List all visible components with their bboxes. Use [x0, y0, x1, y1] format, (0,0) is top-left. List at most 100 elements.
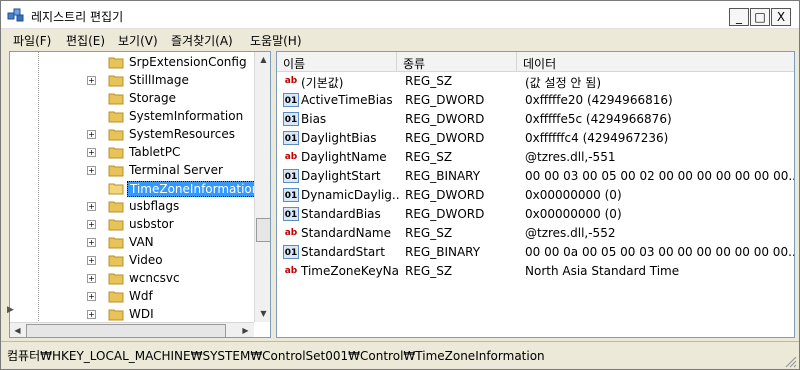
expand-toggle[interactable]: +	[87, 238, 96, 247]
expand-toggle[interactable]: +	[87, 76, 96, 85]
tree-item-tabletpc[interactable]: + TabletPC	[10, 144, 250, 162]
tree-horizontal-scroll-thumb[interactable]	[26, 324, 226, 337]
tree-item-stillimage[interactable]: + StillImage	[10, 72, 250, 90]
pane-splitter-arrow-icon[interactable]: ▶	[7, 305, 15, 315]
value-type: REG_SZ	[405, 264, 453, 278]
maximize-button[interactable]: □	[750, 8, 770, 26]
menu-file[interactable]: 파일(F)	[13, 32, 51, 49]
value-data: @tzres.dll,-551	[525, 150, 616, 164]
binary-value-icon: 01	[283, 93, 299, 107]
tree-item-systeminformation[interactable]: SystemInformation	[10, 108, 250, 126]
value-row[interactable]: 01 StandardStart REG_BINARY 00 00 0a 00 …	[277, 243, 794, 262]
expand-toggle[interactable]: +	[87, 292, 96, 301]
tree-item-wdf[interactable]: + Wdf	[10, 288, 250, 306]
menu-edit[interactable]: 편집(E)	[66, 32, 105, 49]
resize-grip-icon[interactable]	[783, 354, 797, 368]
tree-item-label: wcncsvc	[129, 271, 180, 285]
tree-item-video[interactable]: + Video	[10, 252, 250, 270]
value-row[interactable]: ab DaylightName REG_SZ @tzres.dll,-551	[277, 148, 794, 167]
expand-toggle[interactable]: +	[87, 166, 96, 175]
folder-icon	[108, 57, 124, 69]
folder-icon	[108, 129, 124, 141]
value-name: StandardBias	[301, 207, 381, 221]
menu-help[interactable]: 도움말(H)	[250, 32, 302, 49]
value-row[interactable]: 01 Bias REG_DWORD 0xfffffe5c (4294966876…	[277, 110, 794, 129]
menu-bar: 파일(F) 편집(E) 보기(V) 즐겨찾기(A) 도움말(H)	[1, 29, 799, 51]
value-data: 0xfffffe20 (4294966816)	[525, 93, 673, 107]
binary-value-icon: 01	[283, 245, 299, 259]
close-button[interactable]: X	[771, 8, 791, 26]
folder-icon	[108, 219, 124, 231]
expand-toggle[interactable]: +	[87, 202, 96, 211]
folder-icon	[108, 309, 124, 321]
value-row[interactable]: 01 DynamicDaylig... REG_DWORD 0x00000000…	[277, 186, 794, 205]
folder-icon	[108, 273, 124, 285]
value-name: StandardName	[301, 226, 391, 240]
menu-favorites[interactable]: 즐겨찾기(A)	[171, 32, 233, 49]
scroll-down-arrow-icon[interactable]: ▼	[256, 306, 270, 321]
minimize-button[interactable]: _	[729, 8, 749, 26]
string-value-icon: ab	[284, 76, 298, 86]
folder-icon	[108, 147, 124, 159]
expand-toggle[interactable]: +	[87, 310, 96, 319]
tree-item-label: Wdf	[129, 289, 153, 303]
value-data: @tzres.dll,-552	[525, 226, 616, 240]
value-row[interactable]: ab TimeZoneKeyNa... REG_SZ North Asia St…	[277, 262, 794, 281]
value-row[interactable]: 01 DaylightBias REG_DWORD 0xffffffc4 (42…	[277, 129, 794, 148]
tree-item-label: Video	[129, 253, 163, 267]
value-type: REG_SZ	[405, 150, 453, 164]
tree-item-srpextensionconfig[interactable]: SrpExtensionConfig	[10, 54, 250, 72]
tree-item-van[interactable]: + VAN	[10, 234, 250, 252]
title-bar[interactable]: 레지스트리 편집기 _ □ X	[1, 1, 799, 29]
value-name: TimeZoneKeyNa...	[301, 264, 399, 278]
open-folder-icon	[108, 183, 124, 195]
value-type: REG_SZ	[405, 74, 453, 88]
column-header-name[interactable]: 이름	[277, 52, 397, 72]
expand-toggle[interactable]: +	[87, 256, 96, 265]
value-name: DynamicDaylig...	[301, 188, 399, 202]
folder-icon	[108, 75, 124, 87]
value-data: 0xffffffc4 (4294967236)	[525, 131, 669, 145]
tree-item-usbflags[interactable]: + usbflags	[10, 198, 250, 216]
value-row[interactable]: 01 StandardBias REG_DWORD 0x00000000 (0)	[277, 205, 794, 224]
tree-item-label: TabletPC	[129, 145, 181, 159]
tree-item-systemresources[interactable]: + SystemResources	[10, 126, 250, 144]
registry-editor-icon	[7, 8, 24, 22]
tree-item-timezoneinformation[interactable]: TimeZoneInformation	[10, 180, 263, 198]
current-key-path: 컴퓨터₩HKEY_LOCAL_MACHINE₩SYSTEM₩ControlSet…	[7, 349, 545, 363]
value-type: REG_BINARY	[405, 169, 481, 183]
scroll-left-arrow-icon[interactable]: ◀	[10, 323, 25, 337]
tree-item-storage[interactable]: Storage	[10, 90, 250, 108]
scroll-right-arrow-icon[interactable]: ▶	[238, 323, 253, 337]
tree-vertical-scrollbar[interactable]: ▲ ▼	[254, 52, 270, 322]
column-header-type[interactable]: 종류	[397, 52, 517, 72]
value-name: (기본값)	[301, 76, 344, 90]
value-name: StandardStart	[301, 245, 385, 259]
key-tree-pane[interactable]: SrpExtensionConfig + StillImage Storage …	[9, 51, 271, 338]
tree-vertical-scroll-thumb[interactable]	[256, 218, 270, 242]
tree-item-wcncsvc[interactable]: + wcncsvc	[10, 270, 250, 288]
expand-toggle[interactable]: +	[87, 274, 96, 283]
column-header-data[interactable]: 데이터	[517, 52, 794, 72]
status-bar: 컴퓨터₩HKEY_LOCAL_MACHINE₩SYSTEM₩ControlSet…	[1, 341, 799, 369]
expand-toggle[interactable]: +	[87, 220, 96, 229]
tree-item-label: VAN	[129, 235, 154, 249]
tree-item-usbstor[interactable]: + usbstor	[10, 216, 250, 234]
folder-icon	[108, 291, 124, 303]
value-row[interactable]: ab StandardName REG_SZ @tzres.dll,-552	[277, 224, 794, 243]
tree-item-terminal-server[interactable]: + Terminal Server	[10, 162, 250, 180]
tree-item-label-selected: TimeZoneInformation	[127, 181, 263, 197]
tree-horizontal-scrollbar[interactable]: ◀ ▶	[10, 322, 254, 337]
value-row[interactable]: 01 DaylightStart REG_BINARY 00 00 03 00 …	[277, 167, 794, 186]
menu-view[interactable]: 보기(V)	[118, 32, 158, 49]
expand-toggle[interactable]: +	[87, 130, 96, 139]
value-row[interactable]: 01 ActiveTimeBias REG_DWORD 0xfffffe20 (…	[277, 91, 794, 110]
binary-value-icon: 01	[283, 112, 299, 126]
scroll-up-arrow-icon[interactable]: ▲	[256, 52, 270, 67]
values-list-pane[interactable]: 이름 종류 데이터 ab (기본값) REG_SZ (값 설정 안 됨) 01 …	[276, 51, 795, 338]
expand-toggle[interactable]: +	[87, 148, 96, 157]
value-name: DaylightName	[301, 150, 387, 164]
value-type: REG_DWORD	[405, 112, 485, 126]
folder-icon	[108, 165, 124, 177]
value-row[interactable]: ab (기본값) REG_SZ (값 설정 안 됨)	[277, 72, 794, 91]
